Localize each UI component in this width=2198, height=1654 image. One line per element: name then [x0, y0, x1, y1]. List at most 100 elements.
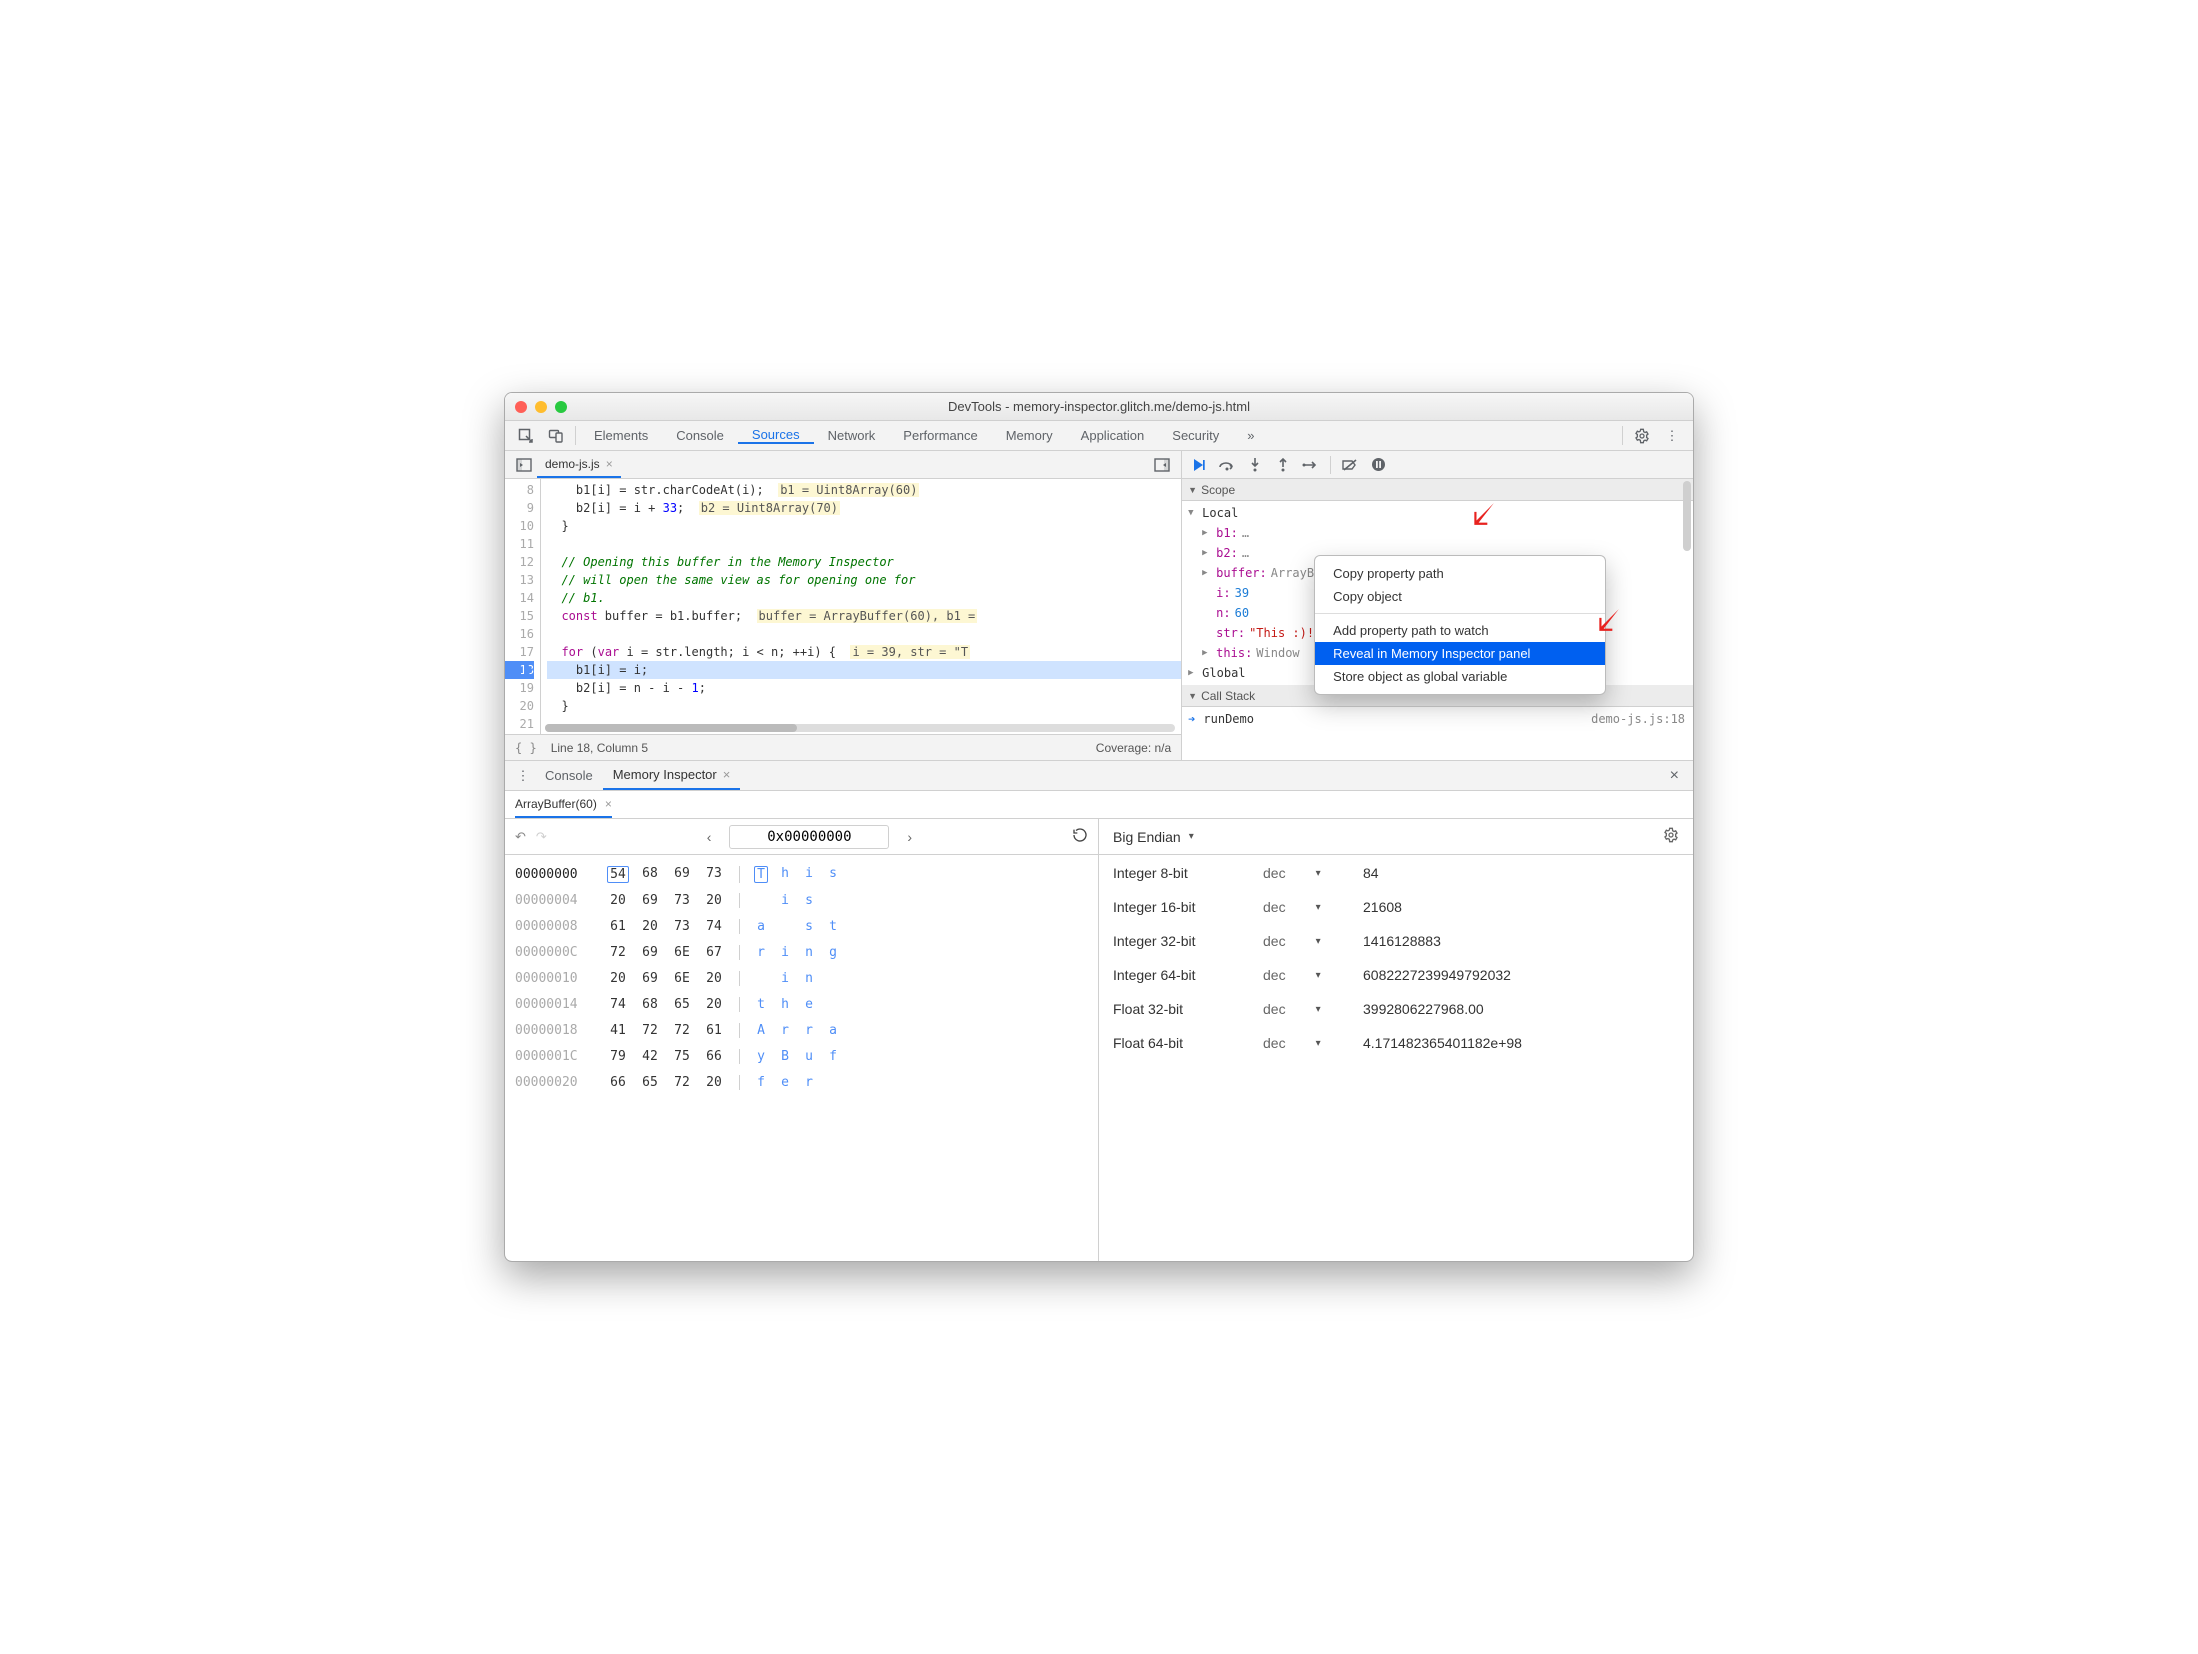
scope-section-header[interactable]: ▼ Scope: [1182, 479, 1693, 501]
scope-local-header[interactable]: ▼ Local: [1188, 503, 1693, 523]
context-menu-item[interactable]: Store object as global variable: [1315, 665, 1605, 688]
line-number[interactable]: 19: [505, 679, 534, 697]
tab-sources[interactable]: Sources: [738, 427, 814, 444]
redo-icon[interactable]: ↷: [536, 829, 547, 845]
code-editor[interactable]: 89101112131415161718192021 b1[i] = str.c…: [505, 479, 1181, 734]
prev-page-icon[interactable]: ‹: [703, 829, 716, 845]
code-line[interactable]: b1[i] = str.charCodeAt(i); b1 = Uint8Arr…: [547, 481, 1181, 499]
tab-security[interactable]: Security: [1158, 428, 1233, 443]
type-mode-select[interactable]: dec: [1263, 899, 1343, 915]
close-icon[interactable]: ×: [606, 457, 613, 471]
hex-row[interactable]: 0000000054686973This: [515, 861, 1088, 887]
line-number[interactable]: 16: [505, 625, 534, 643]
tabs-overflow-icon[interactable]: »: [1233, 421, 1268, 450]
line-number[interactable]: 21: [505, 715, 534, 733]
inspect-icon[interactable]: [511, 421, 541, 450]
code-line[interactable]: // b1.: [547, 589, 1181, 607]
context-menu-item[interactable]: Add property path to watch: [1315, 619, 1605, 642]
type-mode-select[interactable]: dec: [1263, 1035, 1343, 1051]
device-toggle-icon[interactable]: [541, 421, 571, 450]
hex-row[interactable]: 0000001841727261Arra: [515, 1017, 1088, 1043]
line-number[interactable]: 14: [505, 589, 534, 607]
line-number[interactable]: 20: [505, 697, 534, 715]
pause-on-exceptions-icon[interactable]: [1369, 456, 1387, 474]
code-line[interactable]: b2[i] = i + 33; b2 = Uint8Array(70): [547, 499, 1181, 517]
hex-row[interactable]: 0000001020696E20 in: [515, 965, 1088, 991]
type-mode-select[interactable]: dec: [1263, 967, 1343, 983]
tab-memory[interactable]: Memory: [992, 428, 1067, 443]
refresh-icon[interactable]: [1072, 827, 1088, 846]
hex-row[interactable]: 0000001C79427566yBuf: [515, 1043, 1088, 1069]
close-drawer-icon[interactable]: ×: [1662, 767, 1687, 785]
close-icon[interactable]: ×: [723, 767, 731, 782]
vertical-scrollbar[interactable]: [1683, 481, 1691, 758]
code-line[interactable]: const buffer = b1.buffer; buffer = Array…: [547, 607, 1181, 625]
mi-buffer-tab[interactable]: ArrayBuffer(60) ×: [515, 791, 612, 818]
code-line[interactable]: b2[i] = n - i - 1;: [547, 679, 1181, 697]
code-line[interactable]: }: [547, 517, 1181, 535]
hex-row[interactable]: 0000000861207374a st: [515, 913, 1088, 939]
tab-application[interactable]: Application: [1067, 428, 1159, 443]
line-number[interactable]: 11: [505, 535, 534, 553]
hex-row[interactable]: 0000001474686520the: [515, 991, 1088, 1017]
line-number[interactable]: 13: [505, 571, 534, 589]
hex-row[interactable]: 0000000C72696E67ring: [515, 939, 1088, 965]
mi-value-pane: Big Endian Integer 8-bitdec84Integer 16-…: [1099, 819, 1693, 1261]
line-number[interactable]: 12: [505, 553, 534, 571]
tab-performance[interactable]: Performance: [889, 428, 991, 443]
zoom-icon[interactable]: [555, 401, 567, 413]
scope-variable[interactable]: ▶b1: …: [1188, 523, 1693, 543]
callstack-fn[interactable]: runDemo: [1203, 709, 1254, 729]
kebab-menu-icon[interactable]: ⋮: [1657, 421, 1687, 450]
code-line[interactable]: [547, 535, 1181, 553]
line-number[interactable]: 8: [505, 481, 534, 499]
hex-row[interactable]: 0000000420697320 is: [515, 887, 1088, 913]
context-menu-item[interactable]: Reveal in Memory Inspector panel: [1315, 642, 1605, 665]
file-tab[interactable]: demo-js.js ×: [537, 451, 621, 478]
code-line[interactable]: [547, 625, 1181, 643]
close-icon[interactable]: ×: [597, 797, 612, 811]
step-into-icon[interactable]: [1246, 456, 1264, 474]
address-input[interactable]: [729, 825, 889, 849]
hex-grid[interactable]: 0000000054686973This0000000420697320 is …: [505, 855, 1098, 1261]
kebab-menu-icon[interactable]: ⋮: [511, 768, 535, 784]
line-number[interactable]: 15: [505, 607, 534, 625]
callstack-location[interactable]: demo-js.js:18: [1591, 709, 1693, 729]
context-menu-item[interactable]: Copy property path: [1315, 562, 1605, 585]
drawer-tab-console[interactable]: Console: [535, 761, 603, 790]
code-line[interactable]: }: [547, 697, 1181, 715]
settings-gear-icon[interactable]: [1663, 827, 1679, 846]
next-page-icon[interactable]: ›: [903, 829, 916, 845]
code-line[interactable]: // Opening this buffer in the Memory Ins…: [547, 553, 1181, 571]
step-icon[interactable]: [1302, 456, 1320, 474]
navigator-toggle-icon[interactable]: [511, 458, 537, 472]
drawer-tab-memory-inspector[interactable]: Memory Inspector ×: [603, 761, 741, 790]
code-line[interactable]: for (var i = str.length; i < n; ++i) { i…: [547, 643, 1181, 661]
type-mode-select[interactable]: dec: [1263, 865, 1343, 881]
code-line[interactable]: b1[i] = i;: [547, 661, 1181, 679]
deactivate-breakpoints-icon[interactable]: [1341, 456, 1359, 474]
horizontal-scrollbar[interactable]: [545, 724, 1175, 732]
code-line[interactable]: // will open the same view as for openin…: [547, 571, 1181, 589]
close-icon[interactable]: [515, 401, 527, 413]
minimize-icon[interactable]: [535, 401, 547, 413]
line-number[interactable]: 10: [505, 517, 534, 535]
step-out-icon[interactable]: [1274, 456, 1292, 474]
line-number[interactable]: 9: [505, 499, 534, 517]
snippet-run-icon[interactable]: [1149, 458, 1175, 472]
step-over-icon[interactable]: [1218, 456, 1236, 474]
type-mode-select[interactable]: dec: [1263, 933, 1343, 949]
tab-elements[interactable]: Elements: [580, 428, 662, 443]
context-menu-item[interactable]: Copy object: [1315, 585, 1605, 608]
tab-network[interactable]: Network: [814, 428, 890, 443]
line-number[interactable]: 17: [505, 643, 534, 661]
hex-row[interactable]: 0000002066657220fer: [515, 1069, 1088, 1095]
pretty-print-icon[interactable]: { }: [515, 741, 537, 755]
type-mode-select[interactable]: dec: [1263, 1001, 1343, 1017]
settings-gear-icon[interactable]: [1627, 421, 1657, 450]
undo-icon[interactable]: ↶: [515, 829, 526, 845]
resume-icon[interactable]: [1190, 456, 1208, 474]
tab-console[interactable]: Console: [662, 428, 738, 443]
endianness-select[interactable]: Big Endian: [1113, 829, 1194, 845]
line-number[interactable]: 18: [505, 661, 534, 679]
